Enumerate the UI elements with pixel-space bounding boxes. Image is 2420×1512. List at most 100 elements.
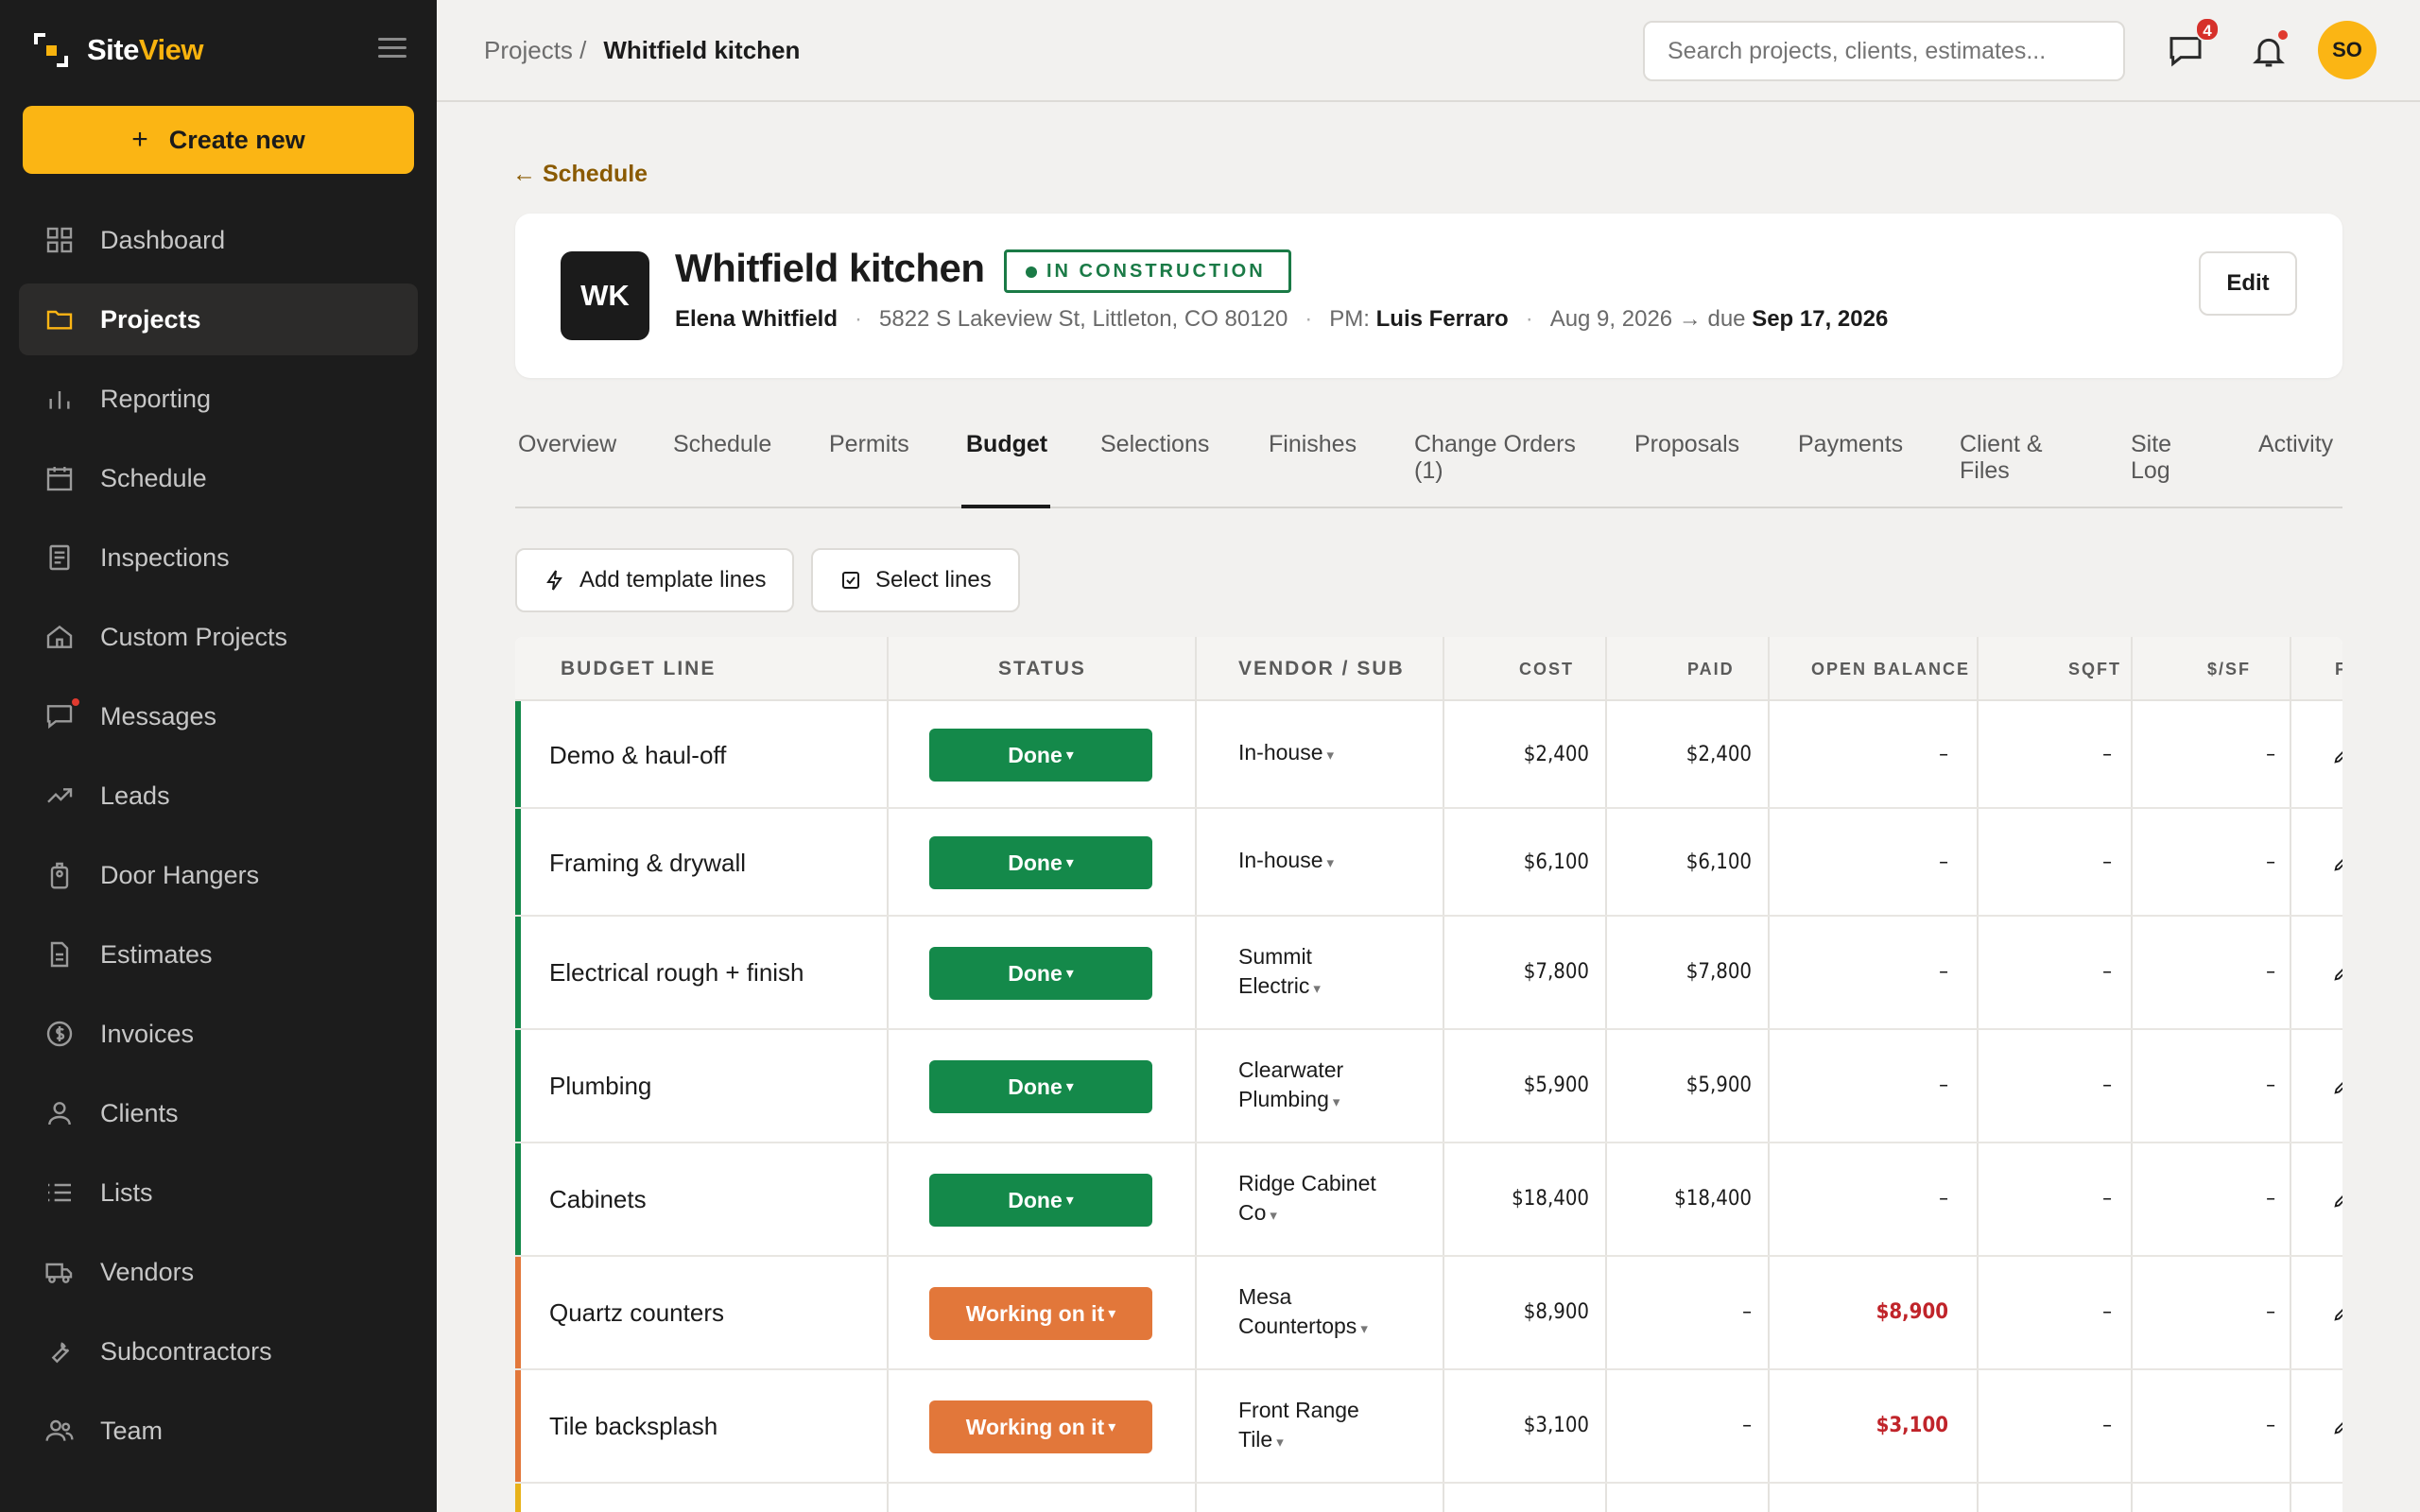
vendor-select[interactable]: Ridge Cabinet Co ▾ — [1238, 1169, 1404, 1230]
sidebar-item-leads[interactable]: Leads — [19, 760, 418, 832]
vendor-select[interactable]: In-house ▾ — [1238, 738, 1409, 770]
budget-line-name[interactable]: Plumbing — [549, 1072, 651, 1101]
tab-budget[interactable]: Budget — [966, 431, 1047, 457]
table-row[interactable]: Demo & haul-off Done ▾ In-house ▾ $2,400 $… — [515, 701, 2342, 809]
search-input[interactable] — [1643, 21, 2125, 81]
tab-permits[interactable]: Permits — [829, 431, 909, 457]
status-dropdown[interactable]: Working on it ▾ — [929, 1287, 1152, 1340]
add-template-lines-button[interactable]: Add template lines — [515, 548, 795, 612]
budget-line-name[interactable]: Framing & drywall — [549, 849, 746, 878]
vendor-select[interactable]: Clearwater Plumbing ▾ — [1238, 1056, 1390, 1117]
column-header-budget-line[interactable]: BUDGET LINE — [561, 637, 716, 701]
avatar[interactable]: SO — [2318, 21, 2377, 79]
vendor-select[interactable]: Summit Electric ▾ — [1238, 942, 1371, 1004]
tab-proposals[interactable]: Proposals — [1634, 431, 1739, 457]
back-to-schedule-link[interactable]: ← Schedule — [512, 161, 648, 188]
tab-finishes[interactable]: Finishes — [1269, 431, 1357, 457]
sidebar-item-label: Subcontractors — [100, 1336, 272, 1366]
select-lines-button[interactable]: Select lines — [811, 548, 1020, 612]
table-row[interactable]: Cabinets Done ▾ Ridge Cabinet Co ▾ $18,400… — [515, 1143, 2342, 1257]
pencil-icon[interactable] — [2332, 1075, 2342, 1096]
sidebar-item-clients[interactable]: Clients — [19, 1077, 418, 1149]
sidebar-item-lists[interactable]: Lists — [19, 1157, 418, 1228]
column-header-sqft[interactable]: SQFT — [2068, 637, 2121, 701]
cost-value: $3,100 — [1523, 1414, 1589, 1437]
tab-overview[interactable]: Overview — [518, 431, 616, 457]
tab-payments[interactable]: Payments — [1798, 431, 1903, 457]
brand-logo[interactable]: SiteView — [32, 28, 203, 72]
budget-line-name[interactable]: Quartz counters — [549, 1298, 724, 1328]
row-status-bar — [515, 1030, 521, 1142]
sidebar-item-schedule[interactable]: Schedule — [19, 442, 418, 514]
vendor-select[interactable]: Front Range Tile ▾ — [1238, 1396, 1390, 1457]
tab-site-log[interactable]: Site Log — [2131, 431, 2171, 484]
status-dropdown[interactable]: Working on it ▾ — [929, 1400, 1152, 1453]
sidebar-item-subcontractors[interactable]: Subcontractors — [19, 1315, 418, 1387]
sidebar-item-custom-projects[interactable]: Custom Projects — [19, 601, 418, 673]
tab-client-files[interactable]: Client & Files — [1960, 431, 2043, 484]
messages-button[interactable]: 4 — [2167, 17, 2220, 70]
edit-button[interactable]: Edit — [2199, 251, 2297, 316]
paid-value: $7,800 — [1685, 960, 1752, 984]
budget-line-name[interactable]: Cabinets — [549, 1185, 647, 1214]
column-header-open-balance[interactable]: OPEN BALANCE — [1811, 637, 1970, 701]
breadcrumb-parent[interactable]: Projects / — [484, 36, 586, 64]
table-row[interactable] — [515, 1484, 2342, 1512]
sidebar-item-reporting[interactable]: Reporting — [19, 363, 418, 435]
column-header-paid[interactable]: PAID — [1687, 637, 1735, 701]
notifications-button[interactable] — [2250, 30, 2288, 70]
logo-icon — [32, 31, 70, 69]
sidebar-item-dashboard[interactable]: Dashboard — [19, 204, 418, 276]
sidebar-item-door-hangers[interactable]: Door Hangers — [19, 839, 418, 911]
create-new-button[interactable]: + Create new — [23, 106, 414, 174]
status-dropdown[interactable]: Done ▾ — [929, 1060, 1152, 1113]
status-dropdown[interactable]: Done ▾ — [929, 729, 1152, 782]
sqft-value: – — [2102, 743, 2112, 766]
table-row[interactable]: Framing & drywall Done ▾ In-house ▾ $6,100… — [515, 809, 2342, 917]
pencil-icon[interactable] — [2332, 852, 2342, 873]
tab-activity[interactable]: Activity — [2258, 431, 2333, 457]
budget-line-name[interactable]: Tile backsplash — [549, 1412, 717, 1441]
sidebar-item-vendors[interactable]: Vendors — [19, 1236, 418, 1308]
vendor-select[interactable]: In-house ▾ — [1238, 846, 1409, 878]
status-dropdown[interactable]: Done ▾ — [929, 947, 1152, 1000]
pencil-icon[interactable] — [2332, 962, 2342, 983]
tab-schedule[interactable]: Schedule — [673, 431, 771, 457]
column-header-vendor[interactable]: VENDOR / SUB — [1238, 637, 1405, 701]
tab-change-orders[interactable]: Change Orders (1) — [1414, 431, 1576, 484]
column-header-cost[interactable]: COST — [1519, 637, 1574, 701]
sidebar-item-estimates[interactable]: Estimates — [19, 919, 418, 990]
menu-toggle-icon[interactable] — [378, 38, 406, 62]
sidebar-item-inspections[interactable]: Inspections — [19, 522, 418, 593]
tab-selections[interactable]: Selections — [1100, 431, 1209, 457]
sidebar-item-team[interactable]: Team — [19, 1395, 418, 1467]
row-status-bar — [515, 809, 521, 915]
vendor-name: Summit Electric — [1238, 944, 1312, 998]
table-row[interactable]: Plumbing Done ▾ Clearwater Plumbing ▾ $5,9… — [515, 1030, 2342, 1143]
status-dropdown[interactable]: Done ▾ — [929, 836, 1152, 889]
column-header-per-sf[interactable]: $/SF — [2207, 637, 2251, 701]
budget-line-name[interactable]: Electrical rough + finish — [549, 958, 804, 988]
vendor-select[interactable]: Mesa Countertops ▾ — [1238, 1282, 1404, 1344]
table-row[interactable]: Electrical rough + finish Done ▾ Summit E… — [515, 917, 2342, 1030]
column-header-more[interactable]: F — [2335, 637, 2342, 701]
pencil-icon[interactable] — [2332, 1302, 2342, 1323]
table-row[interactable]: Quartz counters Working on it ▾ Mesa Coun… — [515, 1257, 2342, 1370]
budget-line-name[interactable]: Demo & haul-off — [549, 741, 726, 770]
client-name[interactable]: Elena Whitfield — [675, 306, 838, 332]
row-status-bar — [515, 917, 521, 1028]
status-dropdown[interactable]: Done ▾ — [929, 1174, 1152, 1227]
plus-icon: + — [131, 124, 148, 155]
sidebar-item-messages[interactable]: Messages — [19, 680, 418, 752]
pencil-icon[interactable] — [2332, 745, 2342, 765]
column-header-status[interactable]: STATUS — [998, 637, 1086, 701]
pencil-icon[interactable] — [2332, 1189, 2342, 1210]
chevron-down-icon: ▾ — [1332, 1094, 1340, 1110]
pencil-icon[interactable] — [2332, 1416, 2342, 1436]
cost-value: $8,900 — [1523, 1300, 1589, 1324]
sidebar-item-invoices[interactable]: Invoices — [19, 998, 418, 1070]
table-row[interactable]: Tile backsplash Working on it ▾ Front Ran… — [515, 1370, 2342, 1484]
sidebar-item-projects[interactable]: Projects — [19, 284, 418, 355]
file-icon — [43, 938, 76, 971]
sidebar-item-label: Schedule — [100, 463, 207, 492]
